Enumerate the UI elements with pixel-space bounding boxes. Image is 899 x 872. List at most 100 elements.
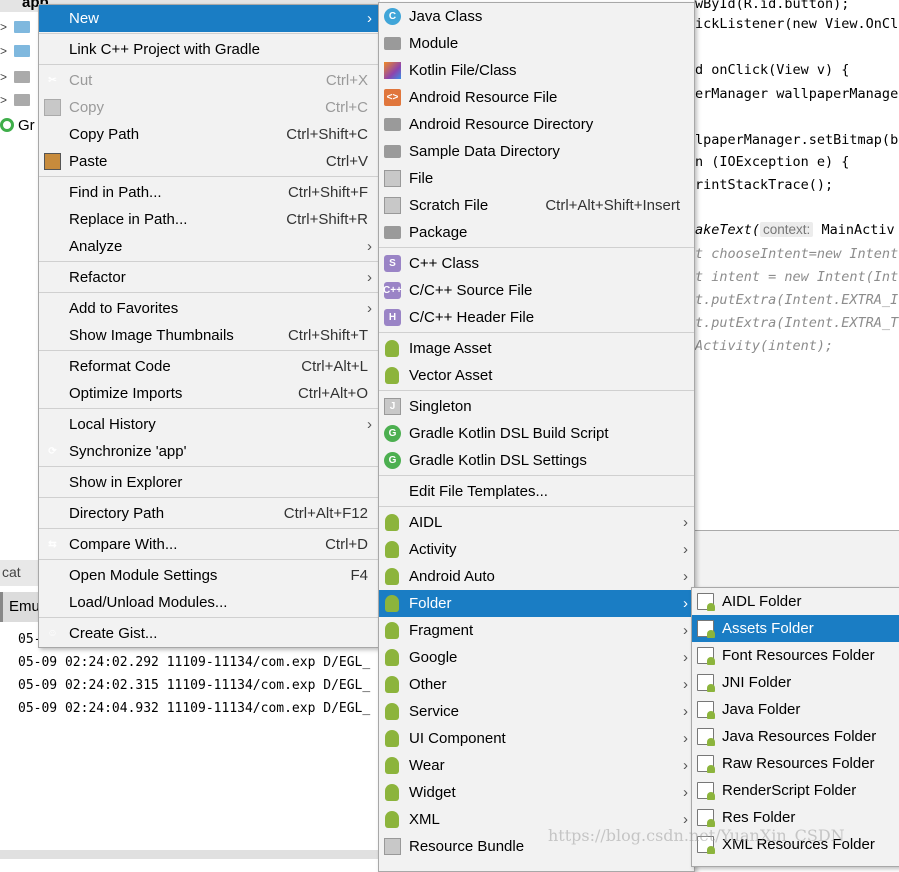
folder-item-assets-folder[interactable]: Assets Folder <box>692 615 899 642</box>
menu-item-label: UI Component <box>409 730 506 747</box>
folder-item-renderscript-folder[interactable]: RenderScript Folder <box>692 777 899 804</box>
chevron-right-icon: › <box>367 300 372 317</box>
new-item-module[interactable]: Module <box>379 30 694 57</box>
assetfolder-icon <box>697 809 715 827</box>
menu-item-link-c-project-with-gradle[interactable]: Link C++ Project with Gradle <box>39 36 378 63</box>
menu-item-label: Raw Resources Folder <box>722 755 875 772</box>
code-text: n (IOException e) { <box>695 154 850 170</box>
new-item-service[interactable]: Service › <box>379 698 694 725</box>
new-item-c-c-source-file[interactable]: C++ C/C++ Source File <box>379 277 694 304</box>
code-line: n (IOException e) { <box>695 152 849 172</box>
logcat-tab[interactable]: cat <box>0 560 40 586</box>
folder-item-java-folder[interactable]: Java Folder <box>692 696 899 723</box>
android-icon <box>385 730 399 747</box>
menu-item-directory-path[interactable]: Directory Path Ctrl+Alt+F12 <box>39 500 378 527</box>
new-item-sample-data-directory[interactable]: Sample Data Directory <box>379 138 694 165</box>
menu-item-refactor[interactable]: Refactor › <box>39 264 378 291</box>
menu-item-cut[interactable]: ✂ Cut Ctrl+X <box>39 67 378 94</box>
new-item-android-resource-file[interactable]: <> Android Resource File <box>379 84 694 111</box>
menu-item-label: Edit File Templates... <box>409 483 548 500</box>
code-line: erManager wallpaperManager <box>695 84 899 104</box>
shortcut-label: Ctrl+Alt+F12 <box>283 505 368 522</box>
menu-item-label: Module <box>409 35 459 52</box>
emulator-tab[interactable]: Emu <box>0 592 40 622</box>
menu-item-show-in-explorer[interactable]: Show in Explorer <box>39 469 378 496</box>
new-item-gradle-kotlin-dsl-settings[interactable]: G Gradle Kotlin DSL Settings <box>379 447 694 474</box>
folder-item-font-resources-folder[interactable]: Font Resources Folder <box>692 642 899 669</box>
new-item-scratch-file[interactable]: Scratch File Ctrl+Alt+Shift+Insert <box>379 192 694 219</box>
menu-item-create-gist[interactable]: ☺ Create Gist... <box>39 620 378 647</box>
menu-item-add-to-favorites[interactable]: Add to Favorites › <box>39 295 378 322</box>
shortcut-label: F4 <box>350 567 368 584</box>
new-item-resource-bundle[interactable]: Resource Bundle <box>379 833 694 860</box>
tree-item-gradle[interactable]: Gr <box>0 114 35 136</box>
res-icon: <> <box>384 89 401 106</box>
menu-item-copy[interactable]: Copy Ctrl+C <box>39 94 378 121</box>
new-item-fragment[interactable]: Fragment › <box>379 617 694 644</box>
new-item-activity[interactable]: Activity › <box>379 536 694 563</box>
menu-item-load-unload-modules[interactable]: Load/Unload Modules... <box>39 589 378 616</box>
new-item-c-c-header-file[interactable]: H C/C++ Header File <box>379 304 694 331</box>
new-item-widget[interactable]: Widget › <box>379 779 694 806</box>
new-item-android-resource-directory[interactable]: Android Resource Directory <box>379 111 694 138</box>
tree-item[interactable]: > <box>0 66 30 88</box>
menu-item-label: AIDL Folder <box>722 593 802 610</box>
new-item-google[interactable]: Google › <box>379 644 694 671</box>
new-item-java-class[interactable]: C Java Class <box>379 3 694 30</box>
menu-item-copy-path[interactable]: Copy Path Ctrl+Shift+C <box>39 121 378 148</box>
folder-item-xml-resources-folder[interactable]: XML Resources Folder <box>692 831 899 858</box>
new-item-c-class[interactable]: S C++ Class <box>379 250 694 277</box>
chevron-right-icon: › <box>683 676 688 693</box>
new-item-gradle-kotlin-dsl-build-script[interactable]: G Gradle Kotlin DSL Build Script <box>379 420 694 447</box>
menu-item-label: Java Folder <box>722 701 801 718</box>
new-item-xml[interactable]: XML › <box>379 806 694 833</box>
folder-item-raw-resources-folder[interactable]: Raw Resources Folder <box>692 750 899 777</box>
menu-item-replace-in-path[interactable]: Replace in Path... Ctrl+Shift+R <box>39 206 378 233</box>
new-item-android-auto[interactable]: Android Auto › <box>379 563 694 590</box>
assetfolder-icon <box>697 701 715 719</box>
shortcut-label: Ctrl+Alt+Shift+Insert <box>545 197 680 214</box>
tree-item[interactable]: > <box>0 16 30 38</box>
code-editor[interactable]: wById(R.id.button); ickListener(new View.… <box>694 0 899 530</box>
folder-item-aidl-folder[interactable]: AIDL Folder <box>692 588 899 615</box>
new-item-kotlin-file-class[interactable]: Kotlin File/Class <box>379 57 694 84</box>
new-item-file[interactable]: File <box>379 165 694 192</box>
tree-item[interactable]: > <box>0 40 30 62</box>
code-text: d onClick(View v) { <box>695 62 850 78</box>
new-item-ui-component[interactable]: UI Component › <box>379 725 694 752</box>
folder-item-java-resources-folder[interactable]: Java Resources Folder <box>692 723 899 750</box>
menu-item-synchronize-app[interactable]: ⟳ Synchronize 'app' <box>39 438 378 465</box>
menu-item-analyze[interactable]: Analyze › <box>39 233 378 260</box>
new-item-other[interactable]: Other › <box>379 671 694 698</box>
menu-item-find-in-path[interactable]: Find in Path... Ctrl+Shift+F <box>39 179 378 206</box>
cpp-icon: H <box>384 309 401 326</box>
icon-glyph: H <box>388 312 397 323</box>
android-icon <box>385 595 399 612</box>
android-icon <box>385 514 399 531</box>
menu-item-optimize-imports[interactable]: Optimize Imports Ctrl+Alt+O <box>39 380 378 407</box>
new-item-singleton[interactable]: J Singleton <box>379 393 694 420</box>
menu-item-open-module-settings[interactable]: Open Module Settings F4 <box>39 562 378 589</box>
new-item-image-asset[interactable]: Image Asset <box>379 335 694 362</box>
code-line: t.putExtra(Intent.EXTRA_T <box>695 313 898 333</box>
new-item-package[interactable]: Package <box>379 219 694 246</box>
menu-item-compare-with[interactable]: ⇆ Compare With... Ctrl+D <box>39 531 378 558</box>
chevron-right-icon: › <box>683 595 688 612</box>
android-icon <box>385 541 399 558</box>
folder-item-jni-folder[interactable]: JNI Folder <box>692 669 899 696</box>
new-item-aidl[interactable]: AIDL › <box>379 509 694 536</box>
new-item-folder[interactable]: Folder › <box>379 590 694 617</box>
chevron-right-icon: › <box>367 10 372 27</box>
tree-item[interactable]: > <box>0 89 30 111</box>
new-item-wear[interactable]: Wear › <box>379 752 694 779</box>
menu-item-local-history[interactable]: Local History › <box>39 411 378 438</box>
menu-item-paste[interactable]: Paste Ctrl+V <box>39 148 378 175</box>
menu-item-show-image-thumbnails[interactable]: Show Image Thumbnails Ctrl+Shift+T <box>39 322 378 349</box>
code-line: wById(R.id.button); <box>695 0 849 14</box>
code-line: t.putExtra(Intent.EXTRA_I <box>695 290 898 310</box>
new-item-vector-asset[interactable]: Vector Asset <box>379 362 694 389</box>
new-item-edit-file-templates[interactable]: Edit File Templates... <box>379 478 694 505</box>
menu-item-reformat-code[interactable]: Reformat Code Ctrl+Alt+L <box>39 353 378 380</box>
menu-item-new[interactable]: New › <box>39 5 378 32</box>
folder-item-res-folder[interactable]: Res Folder <box>692 804 899 831</box>
